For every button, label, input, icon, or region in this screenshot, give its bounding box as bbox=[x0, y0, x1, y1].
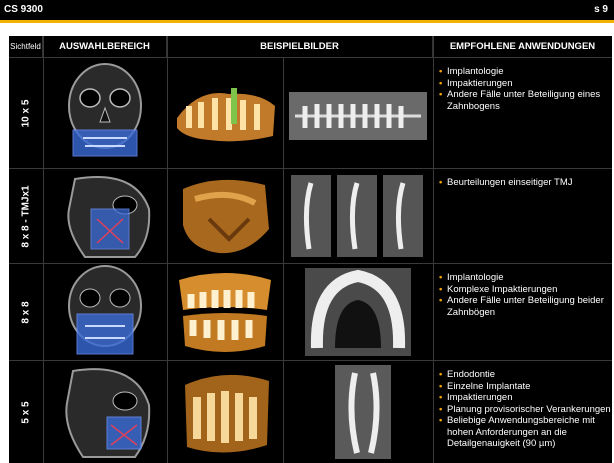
top-bar: CS 9300 s 9 bbox=[0, 0, 614, 20]
selection-image bbox=[45, 169, 165, 263]
list-item: Impaktierungen bbox=[439, 78, 611, 90]
list-item: Beliebige Anwendungsbereiche mit hohen A… bbox=[439, 415, 611, 450]
page-number: s 9 bbox=[594, 4, 608, 15]
selection-image bbox=[45, 58, 165, 168]
table-row: 10 x 5 • Implantologie • Impaktierungen … bbox=[9, 58, 612, 168]
fov-label: 8 x 8 bbox=[20, 300, 32, 324]
accent-stripe bbox=[0, 20, 614, 23]
example-image-3d bbox=[169, 169, 281, 263]
column-divider bbox=[433, 36, 434, 463]
example-image-3d bbox=[169, 361, 281, 463]
header-fov: Sichtfeld bbox=[9, 36, 43, 57]
header-selection: AUSWAHLBEREICH bbox=[43, 36, 167, 57]
applications-list: Endodontie Einzelne Implantate Impaktier… bbox=[433, 361, 611, 463]
selection-image bbox=[45, 361, 165, 463]
example-image-pano bbox=[285, 58, 431, 168]
list-item: Andere Fälle unter Beteiligung beider Za… bbox=[439, 295, 611, 318]
fov-label: 10 x 5 bbox=[20, 99, 32, 127]
list-item: Beurteilungen einseitiger TMJ bbox=[439, 177, 611, 189]
list-item: Implantologie bbox=[439, 66, 611, 78]
product-name: CS 9300 bbox=[4, 4, 43, 15]
example-image-slices bbox=[285, 169, 431, 263]
fov-label: 8 x 8 - TMJx1 bbox=[20, 184, 32, 248]
selection-image bbox=[45, 264, 165, 360]
header-examples: BEISPIELBILDER bbox=[167, 36, 433, 57]
applications-list: Beurteilungen einseitiger TMJ bbox=[433, 169, 611, 263]
example-image-3d bbox=[169, 264, 281, 360]
example-image-axial bbox=[285, 264, 431, 360]
list-item: Planung provisorischer Verankerungen bbox=[439, 404, 611, 416]
list-item: Endodontie bbox=[439, 369, 611, 381]
column-divider bbox=[167, 36, 168, 463]
application-table: Sichtfeld AUSWAHLBEREICH BEISPIELBILDER … bbox=[9, 36, 612, 463]
applications-list: Implantologie Impaktierungen Andere Fäll… bbox=[433, 58, 611, 168]
list-item: Implantologie bbox=[439, 272, 611, 284]
applications-list: Implantologie Komplexe Impaktierungen An… bbox=[433, 264, 611, 360]
fov-label: 5 x 5 bbox=[20, 400, 32, 424]
list-item: Andere Fälle unter Beteiligung eines Zah… bbox=[439, 89, 611, 112]
list-item: Einzelne Implantate bbox=[439, 381, 611, 393]
header-applications: EMPFOHLENE ANWENDUNGEN bbox=[449, 41, 596, 52]
example-image-slice bbox=[285, 361, 431, 463]
table-row: 8 x 8 Imp bbox=[9, 264, 612, 360]
column-divider bbox=[283, 58, 284, 463]
table-row: 5 x 5 Endodontie Einzelne Im bbox=[9, 361, 612, 463]
table-row: 8 x 8 - TMJx1 • Beurteilungen einseitige… bbox=[9, 169, 612, 263]
example-image-3d bbox=[169, 58, 281, 168]
column-divider bbox=[43, 36, 44, 463]
list-item: Komplexe Impaktierungen bbox=[439, 284, 611, 296]
list-item: Impaktierungen bbox=[439, 392, 611, 404]
